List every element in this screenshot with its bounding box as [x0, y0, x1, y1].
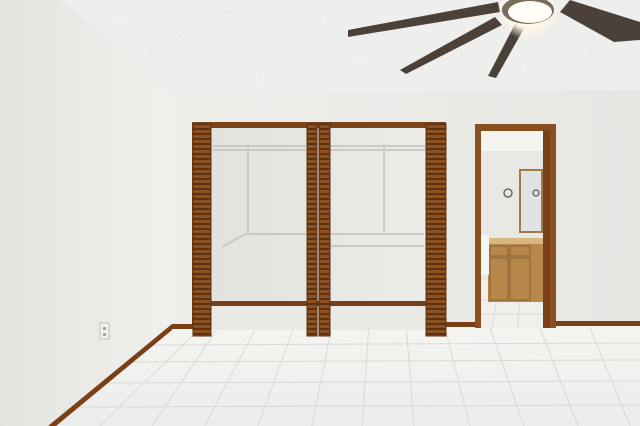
vanity-countertop [481, 238, 543, 244]
baseboard-left-segment [172, 324, 192, 329]
bifold-door-center-right[interactable] [318, 123, 331, 337]
room-illustration [0, 0, 640, 426]
vanity-cabinet[interactable] [488, 244, 543, 302]
baseboard-right-segment [555, 321, 640, 326]
bathroom-ceiling-light [481, 131, 543, 151]
outlet-icon [99, 322, 110, 340]
toilet [481, 235, 489, 275]
room-photo [0, 0, 640, 426]
bifold-door-left[interactable] [192, 123, 212, 337]
baseboard-middle-segment [445, 322, 477, 327]
bathroom-doorway [475, 124, 556, 329]
fan-light-globe [508, 1, 552, 23]
door-jamb [543, 131, 550, 328]
bifold-door-right[interactable] [425, 123, 447, 337]
bathroom-mirror [519, 169, 543, 233]
closet [192, 122, 447, 337]
bifold-door-center-left[interactable] [306, 123, 318, 337]
